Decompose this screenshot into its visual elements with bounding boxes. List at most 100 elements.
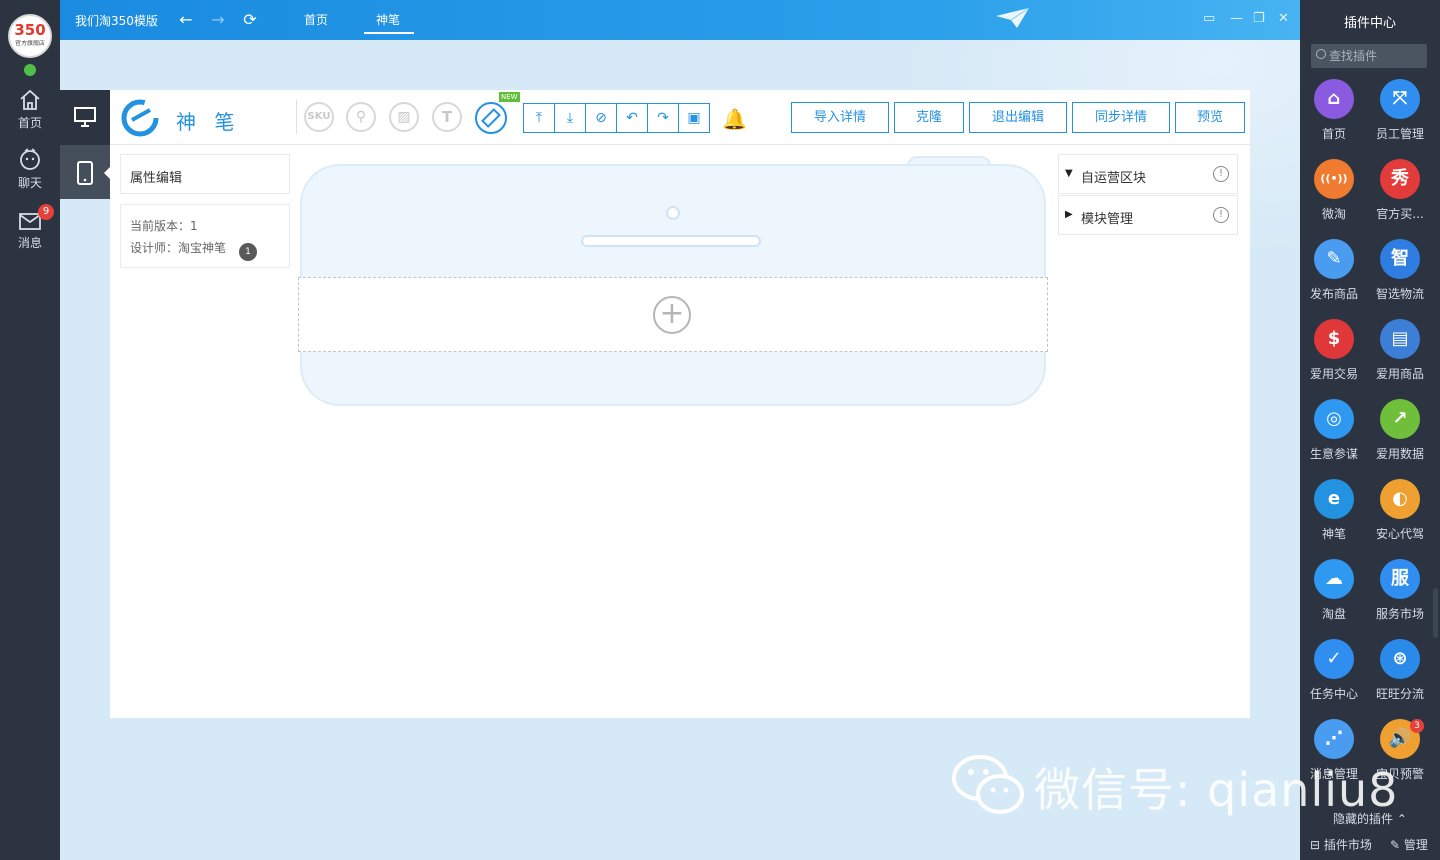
info-icon[interactable]: ! (1213, 207, 1229, 223)
close-icon[interactable]: ✕ (1278, 11, 1289, 26)
plugin-icon: ⊛ (1380, 639, 1420, 679)
edit-tool-group: ⤒ ⤓ ⊘ ↶ ↷ ▣ (523, 103, 710, 133)
preview-button[interactable]: 预览 (1175, 102, 1245, 133)
plugin-item[interactable]: ⊛ 旺旺分流 (1370, 639, 1430, 702)
plugin-item[interactable]: ⌂ 首页 (1304, 79, 1364, 142)
tab-shenbi[interactable]: 神笔 (376, 11, 400, 28)
plugin-item[interactable]: $ 爱用交易 (1304, 319, 1364, 382)
plugin-item[interactable]: ✓ 任务中心 (1304, 639, 1364, 702)
maximize-icon[interactable]: ❐ (1253, 11, 1265, 26)
link-tool-button[interactable]: ⚲ (346, 102, 376, 132)
desktop-view-button[interactable] (60, 90, 110, 144)
move-down-icon[interactable]: ⤓ (555, 104, 586, 132)
bell-icon[interactable]: 🔔 (722, 107, 747, 131)
add-module-zone[interactable]: + (298, 277, 1048, 352)
plugin-icon: ⤧ (1380, 79, 1420, 119)
property-editor-header: 属性编辑 (120, 154, 290, 194)
logo-number: 350 (14, 21, 46, 39)
sidebar-item-chat[interactable]: 聊天 (0, 148, 60, 204)
import-details-button[interactable]: 导入详情 (791, 102, 889, 133)
plugin-label: 服务市场 (1375, 607, 1424, 621)
divider (296, 100, 297, 134)
refresh-icon[interactable]: ⟳ (241, 11, 259, 29)
save-icon[interactable]: ▣ (679, 104, 709, 132)
plugin-item[interactable]: ☁ 淘盘 (1304, 559, 1364, 622)
redo-icon[interactable]: ↷ (648, 104, 679, 132)
plugin-item[interactable]: ↗ 爱用数据 (1370, 399, 1430, 462)
plugin-item[interactable]: 服服务市场 (1370, 559, 1430, 622)
plugin-badge: 3 (1410, 719, 1424, 733)
plugin-label: 旺旺分流 (1375, 687, 1424, 701)
panel-item-label: 自运营区块 (1081, 171, 1147, 186)
info-icon[interactable]: ! (1213, 166, 1229, 182)
shenbi-logo-icon (121, 99, 159, 137)
tab-home[interactable]: 首页 (304, 11, 328, 28)
move-up-icon[interactable]: ⤒ (524, 104, 555, 132)
undo-icon[interactable]: ↶ (617, 104, 648, 132)
designer-text: 设计师：淘宝神笔 (130, 241, 227, 255)
minimize-icon[interactable]: — (1230, 11, 1243, 26)
editor-panel: 神 笔 SKU ⚲ ▨ T NEW ⤒ ⤓ ⊘ ↶ ↷ ▣ 🔔 导入详情 克隆 … (110, 90, 1250, 718)
scrollbar[interactable] (1433, 588, 1438, 638)
sidebar-item-messages[interactable]: 消息 9 (0, 204, 60, 266)
plugin-icon: ⌂ (1314, 79, 1354, 119)
plugin-item[interactable]: ((•)) 微淘 (1304, 159, 1364, 222)
plugin-item[interactable]: ▤ 爱用商品 (1370, 319, 1430, 382)
title-bar: 我们淘350模版 ← → ⟳ 首页 神笔 ▭ — ❐ ✕ (60, 0, 1300, 40)
expand-arrow-icon: ▶ (1065, 209, 1073, 220)
plugin-item[interactable]: 智智选物流 (1370, 239, 1430, 302)
sidebar-item-home[interactable]: 首页 (0, 88, 60, 144)
text-tool-button[interactable]: T (432, 102, 462, 132)
feedback-icon[interactable]: ▭ (1203, 11, 1215, 26)
panel-self-operated-blocks[interactable]: ▼ 自运营区块 ! (1058, 154, 1238, 194)
image-tool-button[interactable]: ▨ (389, 102, 419, 132)
left-sidebar: 350 官方旗舰店 首页 聊天 消息 9 (0, 0, 60, 860)
back-arrow-icon[interactable]: ← (177, 11, 195, 29)
search-icon (1316, 49, 1326, 59)
plugin-item[interactable]: ◎ 生意参谋 (1304, 399, 1364, 462)
sidebar-item-label: 消息 (17, 236, 42, 250)
plugin-market-label: 插件市场 (1323, 838, 1372, 852)
store-logo[interactable]: 350 官方旗舰店 (8, 14, 52, 58)
plugin-center-title: 插件中心 (1343, 16, 1396, 31)
exit-edit-button[interactable]: 退出编辑 (969, 102, 1067, 133)
forward-arrow-icon[interactable]: → (209, 11, 227, 29)
panel-module-management[interactable]: ▶ 模块管理 ! (1058, 195, 1238, 235)
link-icon[interactable]: ⊘ (586, 104, 617, 132)
sync-details-button[interactable]: 同步详情 (1072, 102, 1170, 133)
phone-speaker (581, 235, 761, 247)
collapse-arrow-icon: ▼ (1065, 168, 1073, 179)
plugin-icon: ◎ (1314, 399, 1354, 439)
plugin-label: 神笔 (1321, 527, 1346, 541)
chat-icon (20, 148, 40, 170)
phone-camera (666, 206, 680, 220)
plugin-item[interactable]: ◐ 安心代驾 (1370, 479, 1430, 542)
plugin-item[interactable]: ⤧ 员工管理 (1370, 79, 1430, 142)
plugin-item[interactable]: 秀官方买... (1370, 159, 1430, 222)
plugin-item[interactable]: ✎ 发布商品 (1304, 239, 1364, 302)
sku-tool-button[interactable]: SKU (304, 102, 334, 132)
add-icon[interactable]: + (653, 296, 691, 334)
sidebar-item-label: 聊天 (17, 176, 42, 190)
device-selector (60, 90, 110, 199)
online-status-icon (24, 64, 36, 76)
plugin-label: 官方买... (1376, 207, 1424, 221)
plugin-market-link[interactable]: ⊟ 插件市场 (1310, 836, 1372, 853)
ruler-icon (481, 108, 501, 128)
editor-toolbar: 神 笔 SKU ⚲ ▨ T NEW ⤒ ⤓ ⊘ ↶ ↷ ▣ 🔔 导入详情 克隆 … (110, 90, 1250, 145)
mobile-view-button[interactable] (60, 145, 110, 199)
designer-info-icon[interactable]: 1 (239, 243, 257, 261)
clone-button[interactable]: 克隆 (894, 102, 964, 133)
plugin-label: 爱用交易 (1309, 367, 1358, 381)
monitor-icon (74, 107, 96, 127)
home-icon (20, 89, 40, 110)
image-icon: ▨ (397, 109, 411, 125)
plugin-search-input[interactable] (1311, 44, 1427, 68)
plugin-item[interactable]: e 神笔 (1304, 479, 1364, 542)
plugin-icon: ✎ (1314, 239, 1354, 279)
ruler-tool-button[interactable] (475, 102, 507, 134)
manage-label: 管理 (1403, 838, 1428, 852)
edit-icon: ✎ (1390, 838, 1401, 852)
plugin-icon: $ (1314, 319, 1354, 359)
manage-link[interactable]: ✎ 管理 (1390, 836, 1428, 853)
